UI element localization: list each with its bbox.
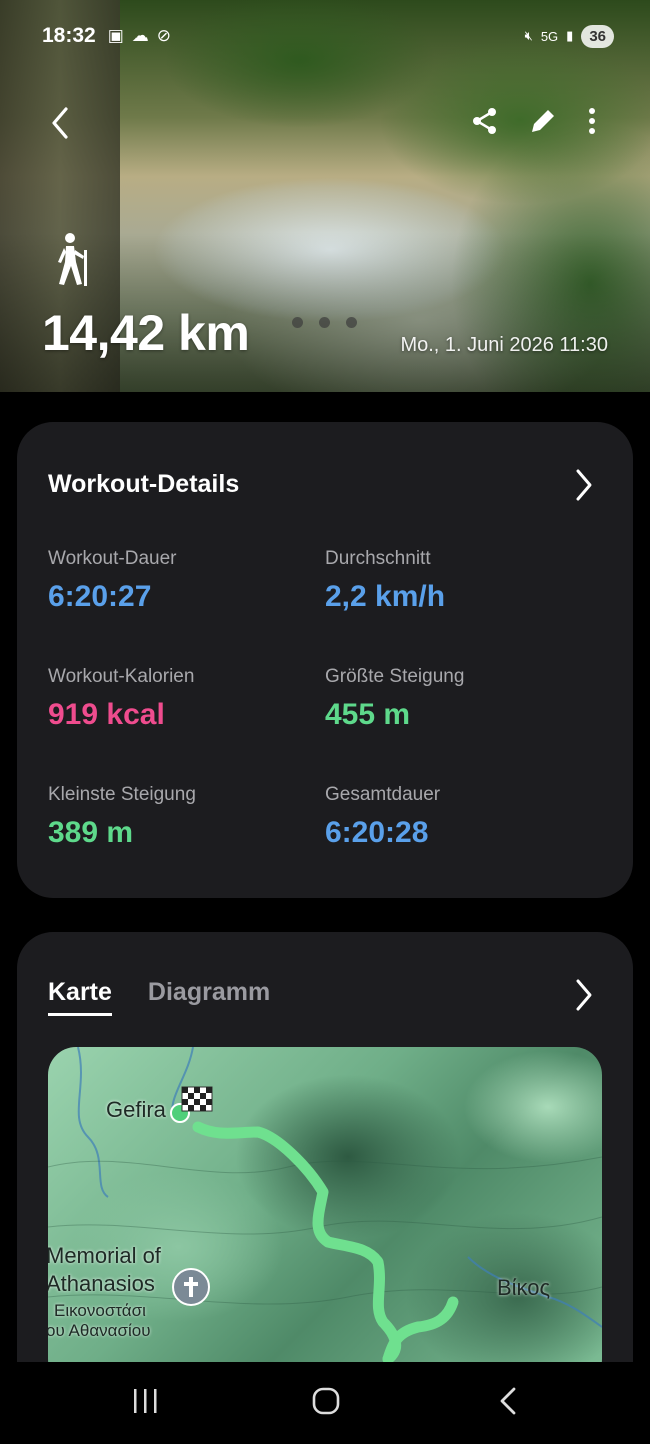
chevron-right-icon[interactable] xyxy=(573,468,595,507)
stat-label: Workout-Dauer xyxy=(48,548,177,569)
tab-karte[interactable]: Karte xyxy=(48,978,112,1016)
back-arrow-icon[interactable] xyxy=(50,106,70,145)
network-label: 5G xyxy=(540,28,559,44)
route-map[interactable]: Gefira Memorial of Athanasios Εικονοστάσ… xyxy=(48,1047,602,1387)
map-label-greek: Εικονοστάσι xyxy=(54,1301,146,1320)
dnd-icon: ⊘ xyxy=(156,26,172,45)
map-label-vikos: Βίκος xyxy=(497,1275,551,1300)
stat-average-speed: Durchschnitt 2,2 km/h xyxy=(325,548,445,614)
stat-value: 6:20:27 xyxy=(48,580,152,613)
tab-diagramm[interactable]: Diagramm xyxy=(148,978,270,1016)
workout-distance: 14,42 km xyxy=(42,305,250,361)
stat-value: 389 m xyxy=(48,816,134,849)
carousel-dot xyxy=(292,317,303,328)
stat-value: 919 kcal xyxy=(48,698,165,731)
screenshot-icon: ▣ xyxy=(107,26,124,45)
carousel-dot xyxy=(346,317,357,328)
stat-label: Größte Steigung xyxy=(325,666,465,687)
back-icon[interactable] xyxy=(497,1386,519,1421)
mute-icon: 🔇︎ xyxy=(524,28,533,43)
map-label-gefira: Gefira xyxy=(106,1097,166,1122)
recent-apps-icon[interactable] xyxy=(131,1386,159,1421)
map-label-memorial-2: Athanasios xyxy=(48,1271,155,1296)
map-label-memorial: Memorial of xyxy=(48,1243,161,1268)
stat-calories: Workout-Kalorien 919 kcal xyxy=(48,666,194,732)
hero-photo: 18:32 ▣ ☁ ⊘ 🔇︎ 5G ▮ 36 14,42 km Mo., 1. … xyxy=(0,0,650,392)
more-vertical-icon[interactable] xyxy=(588,106,596,141)
stat-label: Durchschnitt xyxy=(325,548,431,569)
status-time: 18:32 xyxy=(42,24,96,47)
chevron-right-icon[interactable] xyxy=(573,978,595,1017)
status-notification-icons: ▣ ☁ ⊘ xyxy=(108,26,171,46)
stat-label: Kleinste Steigung xyxy=(48,784,196,805)
carousel-dots xyxy=(292,317,357,328)
status-bar: 18:32 ▣ ☁ ⊘ 🔇︎ 5G ▮ 36 xyxy=(42,20,614,52)
workout-date: Mo., 1. Juni 2026 11:30 xyxy=(400,334,608,356)
stat-label: Gesamtdauer xyxy=(325,784,441,805)
map-tabs: Karte Diagramm xyxy=(48,978,270,1016)
workout-details-title: Workout-Details xyxy=(48,470,240,498)
finish-flag-icon xyxy=(181,1086,213,1112)
hiking-icon xyxy=(50,232,94,293)
home-icon[interactable] xyxy=(311,1386,341,1421)
carousel-dot xyxy=(319,317,330,328)
hero-toolbar xyxy=(40,100,600,144)
signal-icon: ▮ xyxy=(566,28,574,43)
stat-value: 2,2 km/h xyxy=(325,580,446,613)
chapel-marker-icon xyxy=(172,1268,210,1306)
stat-max-elevation: Größte Steigung 455 m xyxy=(325,666,464,732)
workout-details-card[interactable]: Workout-Details Workout-Dauer 6:20:27 Du… xyxy=(17,422,633,898)
stat-min-elevation: Kleinste Steigung 389 m xyxy=(48,784,196,850)
edit-pencil-icon[interactable] xyxy=(528,106,558,141)
system-nav-bar xyxy=(0,1362,650,1444)
stat-total-duration: Gesamtdauer 6:20:28 xyxy=(325,784,440,850)
stat-workout-duration: Workout-Dauer 6:20:27 xyxy=(48,548,176,614)
battery-indicator: 36 xyxy=(581,24,614,48)
stat-value: 6:20:28 xyxy=(325,816,429,849)
map-label-greek-2: ου Αθανασίου xyxy=(48,1321,151,1340)
stat-value: 455 m xyxy=(325,698,411,731)
share-icon[interactable] xyxy=(470,106,500,141)
stat-label: Workout-Kalorien xyxy=(48,666,195,687)
weather-icon: ☁ xyxy=(131,26,149,45)
map-card: Karte Diagramm Gefira Memorial of Athana… xyxy=(17,932,633,1402)
